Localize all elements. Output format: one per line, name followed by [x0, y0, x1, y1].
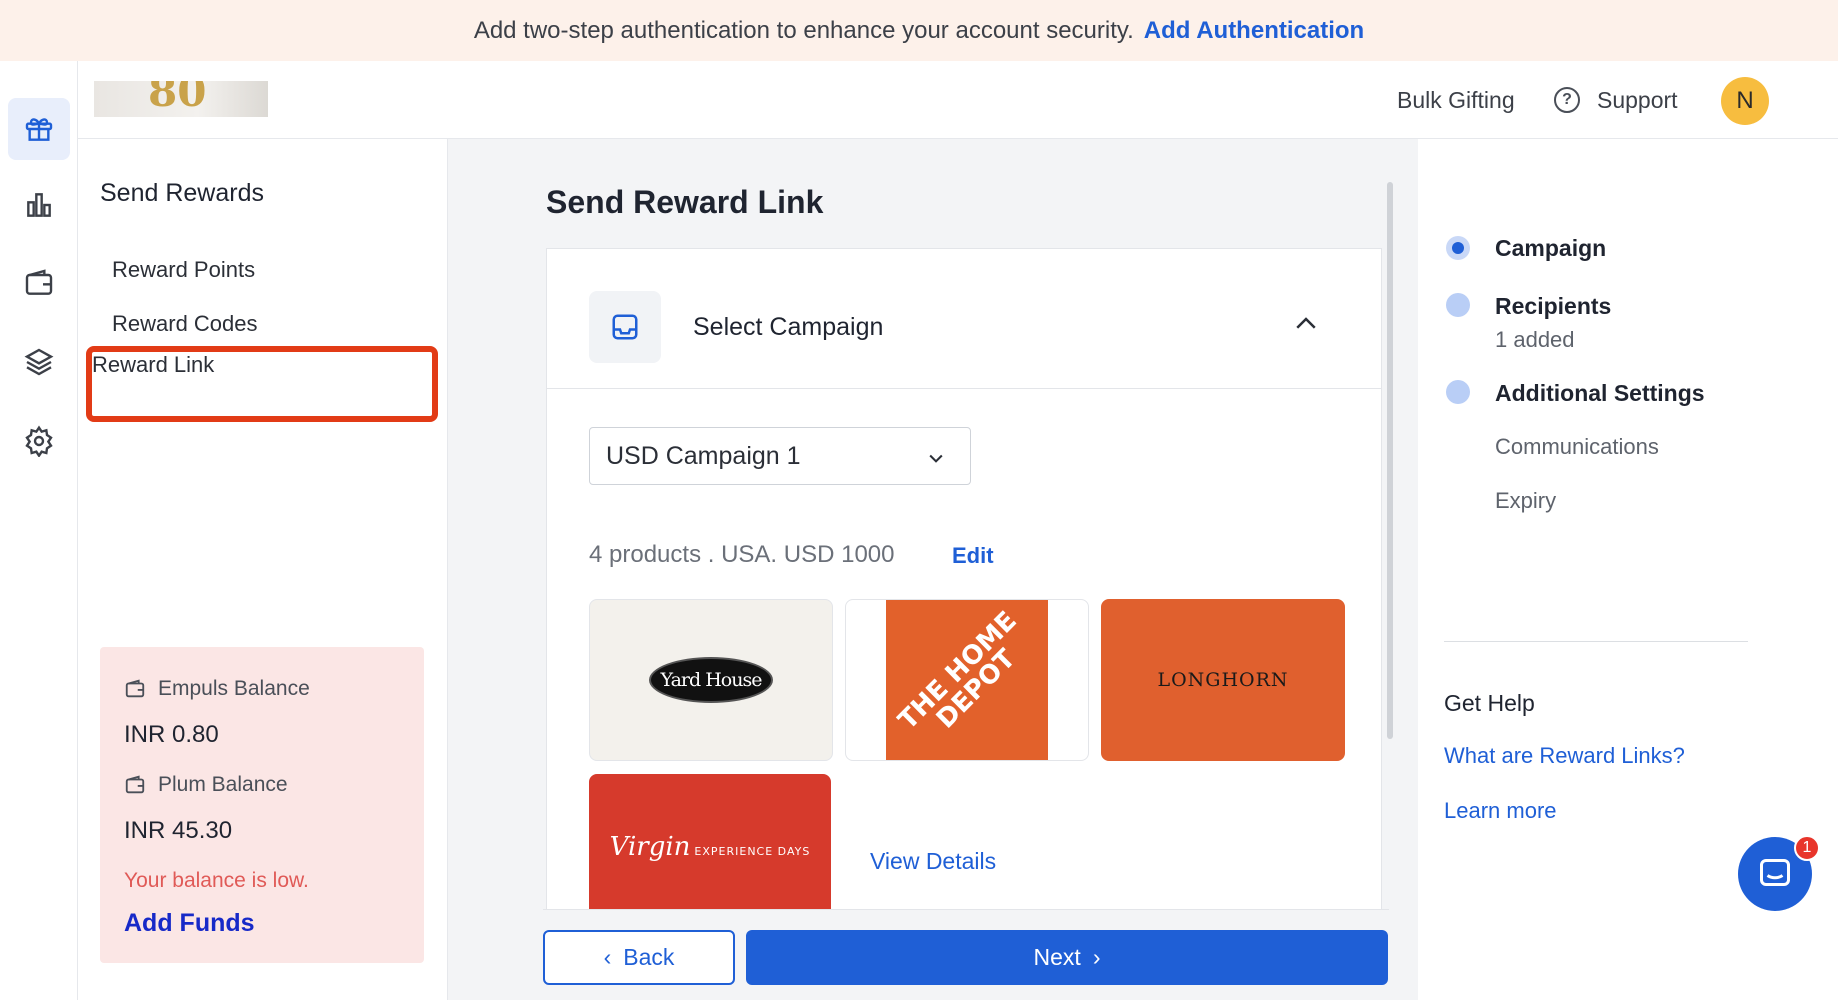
step-dot-campaign — [1446, 236, 1470, 260]
card-title: Select Campaign — [693, 313, 884, 341]
chevron-down-icon — [929, 454, 943, 463]
get-help-title: Get Help — [1444, 690, 1535, 716]
back-button[interactable]: ‹ Back — [543, 930, 735, 985]
virgin-logo: Virgin EXPERIENCE DAYS — [609, 831, 811, 862]
inbox-icon — [589, 291, 661, 363]
next-button[interactable]: Next › — [746, 930, 1388, 985]
add-authentication-link[interactable]: Add Authentication — [1144, 17, 1364, 45]
substep-communications[interactable]: Communications — [1495, 434, 1659, 460]
help-link-learn-more[interactable]: Learn more — [1444, 798, 1557, 824]
select-campaign-card: Select Campaign USD Campaign 1 4 product… — [546, 248, 1382, 919]
add-funds-link[interactable]: Add Funds — [124, 909, 255, 938]
edit-campaign-link[interactable]: Edit — [952, 543, 994, 569]
step-dot-recipients — [1446, 293, 1470, 317]
rail-settings-button[interactable] — [8, 410, 70, 472]
substep-expiry[interactable]: Expiry — [1495, 488, 1556, 514]
chevron-up-icon[interactable] — [1291, 309, 1321, 339]
campaign-summary: 4 products . USA. USD 1000 — [589, 541, 895, 568]
product-tile-virgin[interactable]: Virgin EXPERIENCE DAYS — [589, 774, 831, 919]
home-depot-logo: THE HOME DEPOT — [886, 600, 1048, 760]
chart-icon — [27, 193, 51, 217]
rail-wallet-button[interactable] — [8, 252, 70, 314]
chat-notification-badge: 1 — [1794, 835, 1820, 861]
empuls-balance-value: INR 0.80 — [124, 721, 219, 748]
chevron-right-icon: › — [1092, 944, 1101, 970]
layers-icon — [24, 348, 54, 376]
rail-layers-button[interactable] — [8, 331, 70, 393]
user-avatar[interactable]: N — [1721, 77, 1769, 125]
security-banner: Add two-step authentication to enhance y… — [0, 0, 1838, 61]
main-content: Send Reward Link Select Campaign USD Cam… — [448, 139, 1418, 1000]
gift-icon — [25, 118, 53, 141]
help-link-reward-links[interactable]: What are Reward Links? — [1444, 743, 1685, 769]
wallet-icon — [125, 775, 145, 794]
step-recipients[interactable]: Recipients — [1495, 293, 1611, 320]
rewards-sidebar: Send Rewards Reward Points Reward Codes … — [78, 139, 448, 1000]
icon-rail — [0, 61, 78, 1000]
product-tile-home-depot[interactable]: THE HOME DEPOT — [845, 599, 1089, 761]
view-details-link[interactable]: View Details — [870, 848, 996, 875]
divider — [1444, 641, 1748, 642]
company-logo[interactable]: 80 — [94, 81, 268, 117]
product-tile-yard-house[interactable]: Yard House — [589, 599, 833, 761]
settings-icon — [25, 425, 53, 457]
recipients-count: 1 added — [1495, 327, 1575, 352]
scrollbar[interactable] — [1387, 182, 1393, 739]
empuls-balance-label: Empuls Balance — [124, 677, 310, 701]
help-circle-icon: ? — [1554, 87, 1580, 113]
longhorn-logo: LONGHORN — [1157, 669, 1289, 691]
sidebar-title: Send Rewards — [100, 179, 264, 207]
top-bar: 80 Bulk Gifting ? Support N — [78, 61, 1838, 139]
yard-house-logo: Yard House — [649, 657, 773, 703]
chat-icon — [1760, 859, 1790, 886]
support-link[interactable]: Support — [1597, 87, 1678, 114]
wallet-icon — [125, 679, 145, 698]
sidebar-item-reward-points[interactable]: Reward Points — [112, 257, 255, 283]
balance-panel: Empuls Balance INR 0.80 Plum Balance INR… — [100, 647, 424, 963]
plum-balance-label: Plum Balance — [124, 773, 288, 797]
step-additional-settings[interactable]: Additional Settings — [1495, 380, 1705, 407]
low-balance-warning: Your balance is low. — [124, 869, 309, 892]
sidebar-item-reward-codes[interactable]: Reward Codes — [112, 311, 258, 337]
wallet-icon — [25, 269, 53, 295]
footer-actions: ‹ Back Next › — [543, 909, 1389, 1000]
chevron-left-icon: ‹ — [603, 944, 612, 970]
bulk-gifting-link[interactable]: Bulk Gifting — [1397, 87, 1515, 114]
plum-balance-value: INR 45.30 — [124, 817, 233, 844]
step-campaign[interactable]: Campaign — [1495, 235, 1606, 262]
sidebar-item-reward-link[interactable]: Reward Link — [86, 346, 438, 422]
product-tile-longhorn[interactable]: LONGHORN — [1101, 599, 1345, 761]
sidebar-item-reward-link-label: Reward Link — [92, 352, 215, 377]
step-dot-additional-settings — [1446, 380, 1470, 404]
rail-analytics-button[interactable] — [8, 174, 70, 236]
campaign-select-value: USD Campaign 1 — [606, 441, 801, 470]
banner-message: Add two-step authentication to enhance y… — [473, 16, 1134, 44]
campaign-card-header[interactable]: Select Campaign — [547, 249, 1381, 389]
page-title: Send Reward Link — [546, 184, 824, 220]
rail-gift-button[interactable] — [8, 98, 70, 160]
campaign-select[interactable]: USD Campaign 1 — [589, 427, 971, 485]
